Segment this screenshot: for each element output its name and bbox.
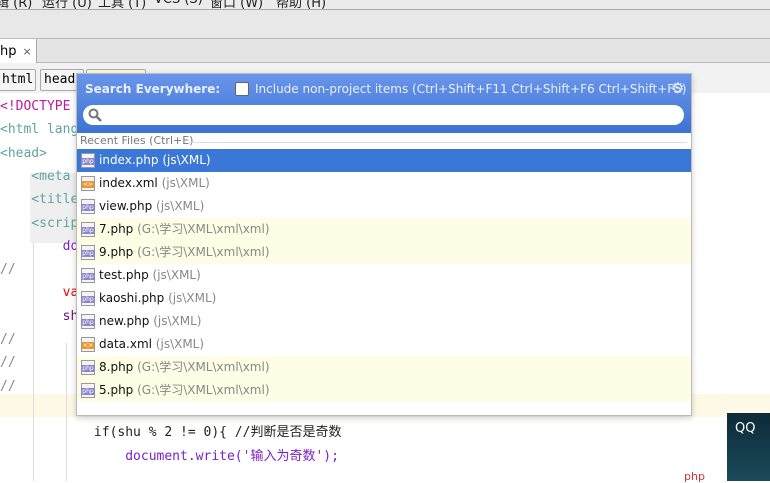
code-line: sh	[0, 308, 79, 324]
recent-file-item[interactable]: test.php (js\XML)	[77, 264, 691, 287]
recent-file-item[interactable]: index.xml (js\XML)	[77, 172, 691, 195]
file-path: (js\XML)	[168, 291, 217, 305]
close-icon[interactable]: ×	[23, 45, 32, 58]
file-name: test.php	[99, 268, 149, 282]
recent-file-item[interactable]: 7.php (G:\学习\XML\xml\xml)	[77, 218, 691, 241]
code-line: //	[0, 262, 16, 278]
file-path: (js\XML)	[161, 176, 210, 190]
php-file-icon	[81, 245, 95, 260]
watermark-logo: php	[684, 470, 705, 483]
file-path: (G:\学习\XML\xml\xml)	[137, 383, 270, 397]
menu-item[interactable]: VCS (S)	[154, 0, 203, 7]
recent-file-item[interactable]: 5.php (G:\学习\XML\xml\xml)	[77, 379, 691, 402]
recent-file-item[interactable]: index.php (js\XML)	[77, 149, 691, 172]
recent-file-item[interactable]: kaoshi.php (js\XML)	[77, 287, 691, 310]
include-non-project-label[interactable]: Include non-project items (Ctrl+Shift+F1…	[255, 82, 686, 96]
code-line: //	[0, 378, 16, 394]
file-name: index.xml	[99, 176, 158, 190]
file-path: (js\XML)	[152, 268, 201, 282]
php-file-icon	[81, 314, 95, 329]
php-file-icon	[81, 222, 95, 237]
breadcrumb-html[interactable]: html	[0, 69, 36, 91]
menu-bar: 辑 (R) 运行 (U) 工具 (T) VCS (S) 窗口 (W) 帮助 (H)	[0, 0, 770, 10]
menu-item[interactable]: 辑 (R)	[0, 0, 32, 9]
file-path: (js\XML)	[153, 314, 202, 328]
php-file-icon	[81, 291, 95, 306]
code-line: //	[0, 355, 16, 371]
file-path: (G:\学习\XML\xml\xml)	[137, 360, 270, 374]
recent-file-item[interactable]: view.php (js\XML)	[77, 195, 691, 218]
editor-tabs: hp ×	[0, 38, 770, 63]
recent-file-item[interactable]: data.xml (js\XML)	[77, 333, 691, 356]
php-file-icon	[81, 199, 95, 214]
menu-item[interactable]: 工具 (T)	[98, 0, 146, 9]
gear-icon[interactable]: ⚙	[671, 79, 684, 97]
php-file-icon	[81, 383, 95, 398]
file-path: (G:\学习\XML\xml\xml)	[137, 245, 270, 259]
file-name: 8.php	[99, 360, 134, 374]
file-path: (js\XML)	[162, 153, 211, 167]
file-name: index.php	[99, 153, 159, 167]
code-line: do	[0, 238, 79, 254]
php-file-icon	[81, 268, 95, 283]
include-non-project-checkbox[interactable]	[235, 82, 249, 96]
menu-item[interactable]: 运行 (U)	[42, 0, 92, 9]
search-icon	[88, 108, 102, 122]
recent-file-item[interactable]: new.php (js\XML)	[77, 310, 691, 333]
file-path: (js\XML)	[155, 337, 205, 351]
recent-file-item[interactable]: 8.php (G:\学习\XML\xml\xml)	[77, 356, 691, 379]
file-name: 9.php	[99, 245, 134, 259]
search-header: Search Everywhere: Include non-project i…	[77, 74, 691, 133]
code-line: <!DOCTYPE	[0, 99, 71, 114]
xml-file-icon	[81, 176, 95, 191]
search-input[interactable]	[83, 105, 684, 125]
search-everywhere-popup: Search Everywhere: Include non-project i…	[76, 73, 692, 416]
code-line: document.write('输入为奇数');	[0, 448, 339, 464]
toolbar	[0, 10, 770, 38]
recent-files-header: Recent Files (Ctrl+E)	[77, 134, 691, 148]
qq-widget[interactable]: QQ	[727, 413, 770, 481]
code-line: <scrip	[0, 215, 79, 231]
php-file-icon	[81, 153, 95, 168]
recent-file-item[interactable]: 9.php (G:\学习\XML\xml\xml)	[77, 241, 691, 264]
file-name: new.php	[99, 314, 150, 328]
tab-label: hp	[0, 44, 17, 59]
code-line: <html lang	[0, 122, 79, 138]
file-path: (G:\学习\XML\xml\xml)	[137, 222, 270, 236]
file-name: view.php	[99, 199, 153, 213]
file-name: 7.php	[99, 222, 134, 236]
code-line: //	[0, 332, 16, 347]
file-name: 5.php	[99, 383, 134, 397]
qq-label: QQ	[735, 421, 756, 436]
file-name: data.xml	[99, 337, 152, 351]
code-line: <head>	[0, 145, 47, 161]
file-path: (js\XML)	[156, 199, 205, 213]
code-line: va	[0, 285, 79, 301]
search-title: Search Everywhere:	[85, 82, 221, 96]
php-file-icon	[81, 360, 95, 375]
xml-file-icon	[81, 337, 95, 352]
code-line: <meta	[0, 168, 71, 184]
code-line: <title	[0, 192, 79, 208]
code-line: if(shu % 2 != 0){ //判断是否是奇数	[0, 425, 342, 441]
editor-tab[interactable]: hp ×	[0, 39, 37, 63]
menu-item[interactable]: 帮助 (H)	[276, 0, 326, 9]
menu-item[interactable]: 窗口 (W)	[210, 0, 263, 9]
file-name: kaoshi.php	[99, 291, 165, 305]
